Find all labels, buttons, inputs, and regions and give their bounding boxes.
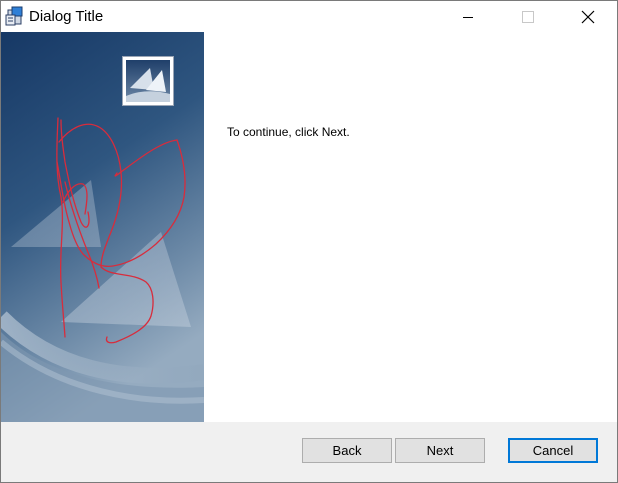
banner-artwork bbox=[1, 32, 204, 422]
side-banner bbox=[1, 32, 204, 422]
next-button[interactable]: Next bbox=[395, 438, 485, 463]
button-bar: Back Next Cancel bbox=[1, 422, 617, 482]
close-button[interactable] bbox=[565, 1, 611, 32]
minimize-button[interactable] bbox=[445, 1, 491, 32]
cancel-button[interactable]: Cancel bbox=[508, 438, 598, 463]
window-title: Dialog Title bbox=[29, 8, 104, 25]
dialog-window: Dialog Title To continue, click Next. Ba… bbox=[0, 0, 618, 483]
maximize-icon bbox=[522, 10, 534, 23]
title-bar[interactable]: Dialog Title bbox=[1, 1, 617, 32]
maximize-button bbox=[505, 1, 551, 32]
installer-icon bbox=[5, 6, 25, 26]
setup-logo-icon bbox=[123, 57, 173, 105]
close-icon bbox=[581, 10, 595, 23]
minimize-icon bbox=[463, 16, 473, 18]
instruction-text: To continue, click Next. bbox=[227, 125, 350, 139]
back-button[interactable]: Back bbox=[302, 438, 392, 463]
